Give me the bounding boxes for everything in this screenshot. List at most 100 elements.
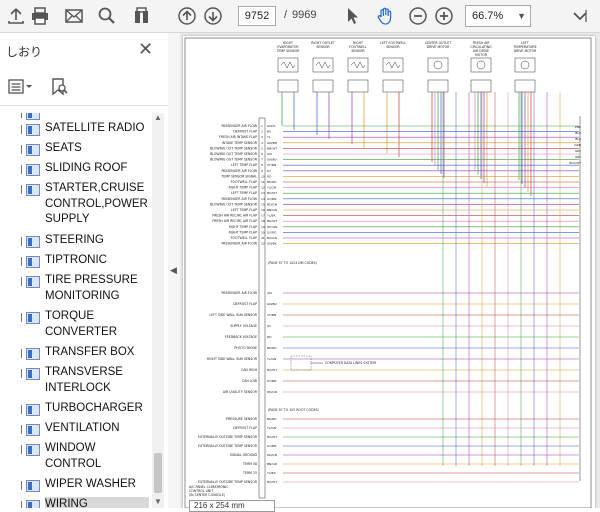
options-menu-icon[interactable] <box>8 78 34 96</box>
mid-label: CAN LOW <box>242 379 258 383</box>
tree-line <box>21 369 22 378</box>
collapse-panel-icon[interactable]: ◀ <box>170 265 177 276</box>
print-icon[interactable] <box>28 4 52 28</box>
pin-number: 14 <box>261 197 265 201</box>
wire-color-code: BN/GN <box>267 462 277 466</box>
hand-tool-icon[interactable] <box>373 4 397 28</box>
harness-label: PASSENGER AIR FLOW <box>221 169 257 173</box>
search-icon[interactable] <box>95 4 119 28</box>
page-total: 9969 <box>292 9 317 21</box>
bookmark-item[interactable]: TIRE PRESSURE MONITORING <box>0 273 152 305</box>
wire-color-code: VT/BN <box>267 163 276 167</box>
wire-color-code: BU/WT <box>267 219 277 223</box>
lower-label: DEFROST FLAP <box>233 426 257 430</box>
wire-color-code: BU/WT <box>267 480 277 484</box>
more-tools-icon[interactable] <box>568 4 592 28</box>
bookmark-item[interactable]: TORQUE CONVERTER <box>0 309 152 341</box>
pin-number: 4 <box>261 141 263 145</box>
bookmark-item[interactable]: WIRING <box>0 497 152 508</box>
panel-toolbar <box>0 73 168 103</box>
bookmark-item[interactable]: TURBOCHARGER <box>0 401 152 417</box>
connector-box <box>277 79 299 93</box>
bookmark-item[interactable]: VENTILATION <box>0 421 152 437</box>
page-size-status: 216 x 254 mm <box>189 500 275 512</box>
wire-color-code: BK/RD <box>267 180 277 184</box>
pin-number: 3 <box>261 135 263 139</box>
mid-label: AIR QUALITY SENSOR <box>223 390 258 394</box>
zoom-select[interactable]: 66.7% ▼ <box>465 5 531 27</box>
wire-color-code: GN/YL <box>267 124 276 128</box>
tree-line <box>21 501 22 508</box>
zoom-value: 66.7% <box>472 10 504 22</box>
bookmark-find-icon[interactable] <box>48 76 70 98</box>
pin-number: 12 <box>261 186 265 190</box>
wire-color-code: RD/GN <box>267 390 277 394</box>
zoom-out-icon[interactable] <box>406 4 430 28</box>
pin-number: 17 <box>261 214 265 218</box>
bookmark-label: WIPER WASHER <box>45 478 136 490</box>
select-cursor-icon[interactable] <box>340 4 364 28</box>
bookmark-icon <box>26 348 40 360</box>
lower-label: PRESSURE SENSOR <box>226 417 258 421</box>
bookmark-item[interactable]: TIPTRONIC <box>0 253 152 269</box>
wire-color-code: WT/GN <box>267 225 277 229</box>
bookmark-item[interactable]: TRANSVERSE INTERLOCK <box>0 365 152 397</box>
bookmark-panel-icon[interactable] <box>130 4 154 28</box>
harness-label: LEFT TEMP FLAP <box>231 208 257 212</box>
zoom-in-icon[interactable] <box>432 4 456 28</box>
bookmarks-panel: しおり ✕ SATELLITE RADIO SEATS SLIDING ROOF ST… <box>0 33 169 508</box>
bookmark-icon <box>26 424 40 436</box>
tree-line <box>21 165 22 174</box>
bookmark-item-partial[interactable] <box>0 113 152 120</box>
scroll-down-icon[interactable]: ▼ <box>154 497 162 506</box>
sidebar-scrollbar[interactable]: ▲ ▼ <box>152 113 164 508</box>
prev-page-icon[interactable] <box>175 4 199 28</box>
scroll-up-icon[interactable]: ▲ <box>154 113 162 122</box>
panel-splitter[interactable]: ◀ <box>168 33 180 508</box>
wire-color-code: RD/GN <box>267 202 277 206</box>
document-page: RIGHT EVAPORATOR TEMP SENSOR RIGHT OUTLET SE… <box>183 36 595 508</box>
tree-line <box>21 277 22 286</box>
tree-line <box>21 349 22 358</box>
wire-color-code: YL/GN <box>267 357 276 361</box>
next-page-icon[interactable] <box>201 4 225 28</box>
close-icon[interactable]: ✕ <box>138 40 153 58</box>
resistor-symbol <box>280 61 296 69</box>
bookmark-icon <box>26 368 40 380</box>
bookmark-label: WINDOW CONTROL <box>45 442 102 470</box>
bookmark-item[interactable]: SLIDING ROOF <box>0 161 152 177</box>
bookmark-icon <box>26 144 40 156</box>
page-number-input[interactable] <box>238 6 276 26</box>
document-viewer[interactable]: RIGHT EVAPORATOR TEMP SENSOR RIGHT OUTLET SE… <box>180 33 600 508</box>
motor-symbol <box>520 60 530 70</box>
bookmark-item[interactable]: WIPER WASHER <box>0 477 152 493</box>
tree-line <box>21 237 22 246</box>
bookmark-icon <box>26 124 40 136</box>
bookmark-item[interactable]: STEERING <box>0 233 152 249</box>
email-icon[interactable] <box>62 4 86 28</box>
bookmark-label: SLIDING ROOF <box>45 162 128 174</box>
bookmark-item[interactable]: STARTER,CRUISE CONTROL,POWER SUPPLY <box>0 181 152 229</box>
computer-link-label: COMPUTER DATA LINES SYSTEM <box>325 361 376 365</box>
pin-number: 19 <box>261 225 265 229</box>
bookmark-item[interactable]: SEATS <box>0 141 152 157</box>
harness-label: FRESH AIR RECIRC AIR FLAP <box>212 219 257 223</box>
chevron-down-icon: ▼ <box>517 11 526 21</box>
bookmark-label: VENTILATION <box>45 422 120 434</box>
pin-number: 16 <box>261 208 265 212</box>
pin-number: 21 <box>261 236 265 240</box>
scrollbar-thumb[interactable] <box>154 453 162 493</box>
bookmark-item[interactable]: WINDOW CONTROL <box>0 441 152 473</box>
connector-box <box>347 79 369 93</box>
bookmark-label: TORQUE CONVERTER <box>45 310 117 338</box>
bookmark-item[interactable]: TRANSFER BOX <box>0 345 152 361</box>
bookmark-item[interactable]: SATELLITE RADIO <box>0 121 152 137</box>
lower-label: EXTERNALLY OUTSIDE TEMP SENSOR <box>198 435 258 439</box>
wire-color-code: BU/WT <box>267 435 277 439</box>
bookmark-label: TIPTRONIC <box>45 254 107 266</box>
upload-icon[interactable] <box>4 4 28 28</box>
bookmark-label: TRANSFER BOX <box>45 346 135 358</box>
lower-label: TERM 58 <box>242 462 257 466</box>
tree-line <box>21 481 22 490</box>
wire-color-code: GY/BN <box>267 379 276 383</box>
